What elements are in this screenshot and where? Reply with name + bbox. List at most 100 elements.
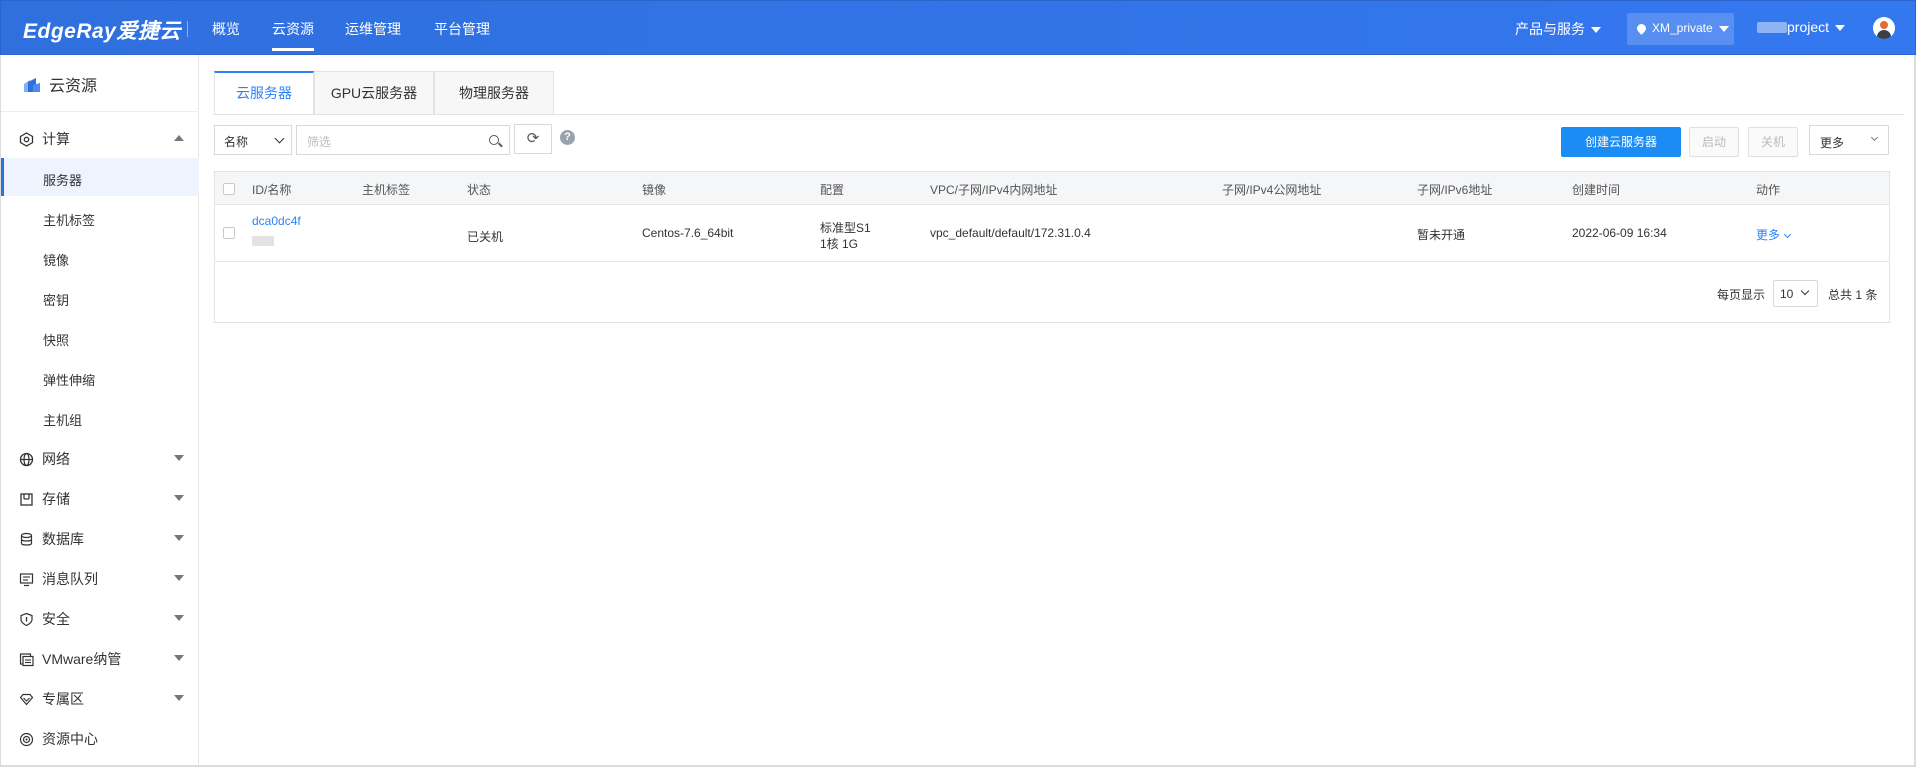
sidebar-group-message-queue[interactable]: 消息队列 <box>19 569 184 589</box>
user-avatar[interactable] <box>1873 17 1895 39</box>
column-header-created: 创建时间 <box>1572 183 1621 197</box>
security-label: 安全 <box>42 611 70 627</box>
sidebar-item-autoscaling[interactable]: 弹性伸缩 <box>43 370 95 389</box>
filter-field-select[interactable]: 名称 <box>214 125 292 155</box>
column-header-vpc: VPC/子网/IPv4内网地址 <box>930 183 1058 197</box>
shutdown-button[interactable]: 关机 <box>1748 127 1798 157</box>
column-header-host-tag: 主机标签 <box>362 183 411 197</box>
filter-field-value: 名称 <box>224 135 249 149</box>
compute-icon <box>19 132 34 147</box>
region-selector[interactable]: XM_private <box>1627 13 1734 45</box>
products-services-label: 产品与服务 <box>1515 21 1585 37</box>
compute-label: 计算 <box>42 131 70 147</box>
sidebar-group-dedicated-zone[interactable]: 专属区 <box>19 689 184 709</box>
search-icon[interactable] <box>489 135 499 145</box>
tab-physical-servers[interactable]: 物理服务器 <box>434 71 554 115</box>
network-label: 网络 <box>42 451 70 467</box>
server-id-link[interactable]: dca0dc4f <box>252 214 301 228</box>
location-pin-icon <box>1635 22 1648 35</box>
search-input[interactable]: 筛选 <box>296 125 510 155</box>
tab-divider <box>214 114 1904 115</box>
chevron-down-icon <box>174 535 184 541</box>
sidebar-item-host-groups[interactable]: 主机组 <box>43 410 82 429</box>
chevron-up-icon <box>174 135 184 141</box>
nav-ops-management[interactable]: 运维管理 <box>345 19 401 39</box>
logo-divider <box>187 21 188 37</box>
sidebar-group-security[interactable]: 安全 <box>19 609 184 629</box>
chevron-down-icon <box>1870 133 1879 142</box>
tab-cloud-servers[interactable]: 云服务器 <box>214 71 314 115</box>
help-icon[interactable]: ? <box>560 130 575 145</box>
nav-platform-management[interactable]: 平台管理 <box>434 19 490 39</box>
divider <box>1 111 199 112</box>
chevron-down-icon <box>1591 27 1601 34</box>
sidebar-item-host-tags[interactable]: 主机标签 <box>43 210 95 229</box>
chevron-down-icon <box>174 495 184 501</box>
search-placeholder: 筛选 <box>307 135 332 149</box>
page-size-label: 每页显示 <box>1717 288 1766 302</box>
sidebar-item-servers[interactable]: 服务器 <box>43 170 82 189</box>
project-selector[interactable]: project <box>1757 19 1846 35</box>
diamond-icon <box>19 693 34 706</box>
start-button[interactable]: 启动 <box>1689 127 1739 157</box>
more-actions-label: 更多 <box>1820 136 1845 150</box>
redacted-user-name <box>1757 22 1787 33</box>
column-header-image: 镜像 <box>642 183 667 197</box>
storage-label: 存储 <box>42 491 70 507</box>
row-more-actions[interactable]: 更多 <box>1756 226 1792 243</box>
vmware-label: VMware纳管 <box>42 651 122 667</box>
database-label: 数据库 <box>42 531 84 547</box>
chevron-down-icon <box>174 615 184 621</box>
sidebar-group-compute[interactable]: 计算 <box>19 129 184 149</box>
sidebar-item-keys[interactable]: 密钥 <box>43 290 69 309</box>
chevron-down-icon <box>1835 25 1846 32</box>
storage-icon <box>20 493 33 506</box>
sidebar-group-resource-center[interactable]: 资源中心 <box>19 729 184 749</box>
sidebar-item-images[interactable]: 镜像 <box>43 250 69 269</box>
column-header-id-name[interactable]: ID/名称 <box>252 181 291 198</box>
vpc-cell: vpc_default/default/172.31.0.4 <box>930 226 1091 240</box>
chevron-down-icon <box>1718 25 1729 32</box>
column-header-status: 状态 <box>467 183 492 197</box>
cloud-icon <box>24 78 40 92</box>
nav-overview[interactable]: 概览 <box>212 19 240 39</box>
sidebar-group-vmware[interactable]: VMware纳管 <box>19 649 184 669</box>
page-size-select[interactable]: 10 <box>1773 280 1818 307</box>
table-row[interactable]: dca0dc4f 已关机 Centos-7.6_64bit 标准型S1 1核 1… <box>215 205 1889 262</box>
sidebar-title: 云资源 <box>49 78 98 95</box>
shield-icon <box>20 612 33 627</box>
total-count: 总共 1 条 <box>1828 288 1878 302</box>
column-header-public-ip: 子网/IPv4公网地址 <box>1222 183 1322 197</box>
refresh-button[interactable]: ⟳ <box>514 124 552 154</box>
row-checkbox[interactable] <box>223 227 235 239</box>
active-item-highlight <box>1 158 199 196</box>
chevron-down-icon <box>174 655 184 661</box>
select-all-checkbox[interactable] <box>223 183 235 195</box>
row-more-label: 更多 <box>1756 228 1781 242</box>
sidebar-group-network[interactable]: 网络 <box>19 449 184 469</box>
table-header: ID/名称 主机标签 状态 镜像 配置 VPC/子网/IPv4内网地址 子网/I… <box>215 172 1889 205</box>
chevron-down-icon <box>1800 286 1810 296</box>
column-header-ipv6: 子网/IPv6地址 <box>1417 183 1493 197</box>
sidebar-item-snapshots[interactable]: 快照 <box>43 330 69 349</box>
top-navbar: EdgeRay爱捷云 概览 云资源 运维管理 平台管理 产品与服务 XM_pri… <box>0 0 1916 55</box>
chevron-down-icon <box>274 133 285 144</box>
status-cell: 已关机 <box>467 230 504 244</box>
page-size-value: 10 <box>1780 287 1794 301</box>
resource-center-label: 资源中心 <box>42 731 98 747</box>
dedicated-zone-label: 专属区 <box>42 691 84 707</box>
region-label: XM_private <box>1652 21 1713 35</box>
column-header-actions: 动作 <box>1756 183 1781 197</box>
resource-center-icon <box>19 732 34 747</box>
nav-cloud-resources[interactable]: 云资源 <box>272 19 314 51</box>
refresh-icon: ⟳ <box>526 130 540 147</box>
products-services-menu[interactable]: 产品与服务 <box>1515 19 1601 39</box>
more-actions-dropdown[interactable]: 更多 <box>1809 125 1889 155</box>
sidebar-group-database[interactable]: 数据库 <box>19 529 184 549</box>
chevron-down-icon <box>174 575 184 581</box>
column-header-config: 配置 <box>820 183 845 197</box>
brand-logo[interactable]: EdgeRay爱捷云 <box>23 15 181 45</box>
sidebar-group-storage[interactable]: 存储 <box>19 489 184 509</box>
tab-gpu-cloud-servers[interactable]: GPU云服务器 <box>314 71 434 115</box>
create-server-button[interactable]: 创建云服务器 <box>1561 127 1681 157</box>
